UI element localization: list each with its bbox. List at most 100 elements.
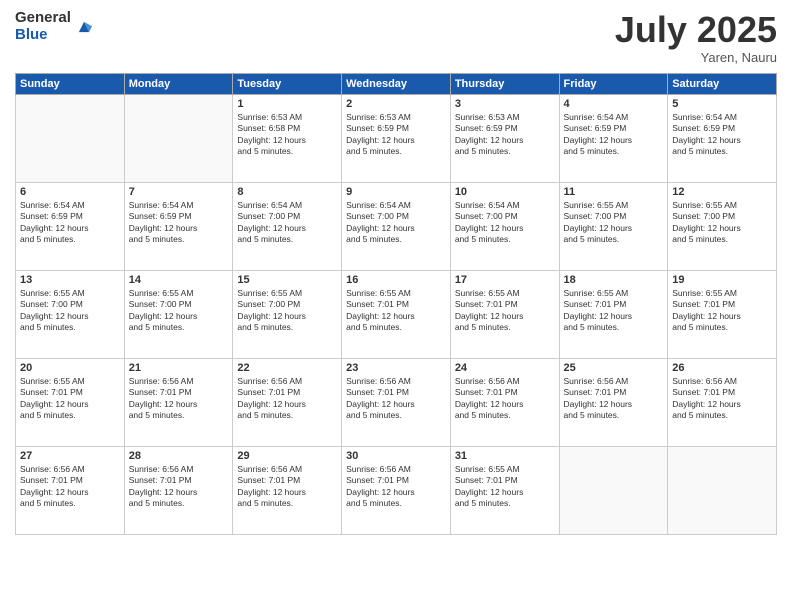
calendar-cell: 16Sunrise: 6:55 AM Sunset: 7:01 PM Dayli… [342, 270, 451, 358]
day-number: 28 [129, 450, 229, 462]
day-info: Sunrise: 6:56 AM Sunset: 7:01 PM Dayligh… [129, 376, 229, 422]
calendar-header-friday: Friday [559, 73, 668, 94]
day-info: Sunrise: 6:55 AM Sunset: 7:00 PM Dayligh… [237, 288, 337, 334]
day-info: Sunrise: 6:55 AM Sunset: 7:00 PM Dayligh… [129, 288, 229, 334]
day-number: 9 [346, 186, 446, 198]
day-info: Sunrise: 6:55 AM Sunset: 7:01 PM Dayligh… [564, 288, 664, 334]
day-number: 26 [672, 362, 772, 374]
day-info: Sunrise: 6:55 AM Sunset: 7:00 PM Dayligh… [564, 200, 664, 246]
day-info: Sunrise: 6:55 AM Sunset: 7:01 PM Dayligh… [20, 376, 120, 422]
day-info: Sunrise: 6:55 AM Sunset: 7:01 PM Dayligh… [672, 288, 772, 334]
day-info: Sunrise: 6:54 AM Sunset: 6:59 PM Dayligh… [20, 200, 120, 246]
day-info: Sunrise: 6:55 AM Sunset: 7:00 PM Dayligh… [20, 288, 120, 334]
day-number: 3 [455, 98, 555, 110]
day-number: 27 [20, 450, 120, 462]
calendar-cell: 20Sunrise: 6:55 AM Sunset: 7:01 PM Dayli… [16, 358, 125, 446]
day-info: Sunrise: 6:55 AM Sunset: 7:01 PM Dayligh… [455, 464, 555, 510]
calendar-cell [668, 446, 777, 534]
logo: General Blue [15, 10, 95, 43]
calendar-cell [124, 94, 233, 182]
calendar-cell: 13 Sunrise: 6:55 AM Sunset: 7:00 PM Dayli… [16, 270, 125, 358]
calendar-cell: 23 Sunrise: 6:56 AM Sunset: 7:01 PM Dayli… [342, 358, 451, 446]
day-number: 24 [455, 362, 555, 374]
day-number: 13 [20, 274, 120, 286]
day-number: 1 [237, 98, 337, 110]
day-info: Sunrise: 6:54 AM Sunset: 7:00 PM Dayligh… [237, 200, 337, 246]
calendar-cell: 27 Sunrise: 6:56 AM Sunset: 7:01 PM Dayli… [16, 446, 125, 534]
day-info: Sunrise: 6:54 AM Sunset: 7:00 PM Dayligh… [455, 200, 555, 246]
calendar-cell: 5 Sunrise: 6:54 AM Sunset: 6:59 PM Daylig… [668, 94, 777, 182]
day-number: 4 [564, 98, 664, 110]
calendar-cell: 4 Sunrise: 6:54 AM Sunset: 6:59 PM Daylig… [559, 94, 668, 182]
day-number: 21 [129, 362, 229, 374]
page: General Blue July 2025 Yaren, Nauru Sund… [0, 0, 792, 612]
day-number: 10 [455, 186, 555, 198]
day-number: 5 [672, 98, 772, 110]
calendar-cell: 12Sunrise: 6:55 AM Sunset: 7:00 PM Dayli… [668, 182, 777, 270]
day-number: 16 [346, 274, 446, 286]
day-info: Sunrise: 6:56 AM Sunset: 7:01 PM Dayligh… [346, 464, 446, 510]
calendar: SundayMondayTuesdayWednesdayThursdayFrid… [15, 73, 777, 535]
day-info: Sunrise: 6:55 AM Sunset: 7:00 PM Dayligh… [672, 200, 772, 246]
calendar-cell: 21 Sunrise: 6:56 AM Sunset: 7:01 PM Dayli… [124, 358, 233, 446]
calendar-cell: 24 Sunrise: 6:56 AM Sunset: 7:01 PM Dayli… [450, 358, 559, 446]
calendar-cell: 18 Sunrise: 6:55 AM Sunset: 7:01 PM Dayli… [559, 270, 668, 358]
calendar-cell: 14 Sunrise: 6:55 AM Sunset: 7:00 PM Dayli… [124, 270, 233, 358]
calendar-header-monday: Monday [124, 73, 233, 94]
day-info: Sunrise: 6:53 AM Sunset: 6:58 PM Dayligh… [237, 112, 337, 158]
day-info: Sunrise: 6:54 AM Sunset: 6:59 PM Dayligh… [672, 112, 772, 158]
calendar-cell: 9 Sunrise: 6:54 AM Sunset: 7:00 PM Daylig… [342, 182, 451, 270]
logo-general: General [15, 10, 71, 27]
header: General Blue July 2025 Yaren, Nauru [15, 10, 777, 65]
day-number: 23 [346, 362, 446, 374]
calendar-header-saturday: Saturday [668, 73, 777, 94]
day-info: Sunrise: 6:56 AM Sunset: 7:01 PM Dayligh… [237, 376, 337, 422]
day-number: 25 [564, 362, 664, 374]
day-info: Sunrise: 6:54 AM Sunset: 6:59 PM Dayligh… [564, 112, 664, 158]
calendar-cell: 3Sunrise: 6:53 AM Sunset: 6:59 PM Daylig… [450, 94, 559, 182]
day-info: Sunrise: 6:56 AM Sunset: 7:01 PM Dayligh… [672, 376, 772, 422]
day-info: Sunrise: 6:54 AM Sunset: 7:00 PM Dayligh… [346, 200, 446, 246]
calendar-cell: 31 Sunrise: 6:55 AM Sunset: 7:01 PM Dayli… [450, 446, 559, 534]
calendar-cell: 6 Sunrise: 6:54 AM Sunset: 6:59 PM Daylig… [16, 182, 125, 270]
day-number: 2 [346, 98, 446, 110]
calendar-cell: 26 Sunrise: 6:56 AM Sunset: 7:01 PM Dayli… [668, 358, 777, 446]
week-row-2: 13 Sunrise: 6:55 AM Sunset: 7:00 PM Dayli… [16, 270, 777, 358]
calendar-cell: 7Sunrise: 6:54 AM Sunset: 6:59 PM Daylig… [124, 182, 233, 270]
day-number: 19 [672, 274, 772, 286]
day-info: Sunrise: 6:56 AM Sunset: 7:01 PM Dayligh… [455, 376, 555, 422]
calendar-cell: 30Sunrise: 6:56 AM Sunset: 7:01 PM Dayli… [342, 446, 451, 534]
logo-icon [73, 16, 95, 38]
week-row-0: 1 Sunrise: 6:53 AM Sunset: 6:58 PM Daylig… [16, 94, 777, 182]
week-row-4: 27 Sunrise: 6:56 AM Sunset: 7:01 PM Dayli… [16, 446, 777, 534]
calendar-cell: 15 Sunrise: 6:55 AM Sunset: 7:00 PM Dayli… [233, 270, 342, 358]
calendar-cell: 29Sunrise: 6:56 AM Sunset: 7:01 PM Dayli… [233, 446, 342, 534]
calendar-header-sunday: Sunday [16, 73, 125, 94]
month-title: July 2025 [615, 10, 777, 50]
week-row-1: 6 Sunrise: 6:54 AM Sunset: 6:59 PM Daylig… [16, 182, 777, 270]
day-info: Sunrise: 6:56 AM Sunset: 7:01 PM Dayligh… [564, 376, 664, 422]
calendar-cell: 2 Sunrise: 6:53 AM Sunset: 6:59 PM Daylig… [342, 94, 451, 182]
day-info: Sunrise: 6:56 AM Sunset: 7:01 PM Dayligh… [346, 376, 446, 422]
day-number: 18 [564, 274, 664, 286]
calendar-header-thursday: Thursday [450, 73, 559, 94]
day-info: Sunrise: 6:54 AM Sunset: 6:59 PM Dayligh… [129, 200, 229, 246]
calendar-cell: 19 Sunrise: 6:55 AM Sunset: 7:01 PM Dayli… [668, 270, 777, 358]
calendar-header-wednesday: Wednesday [342, 73, 451, 94]
calendar-cell [16, 94, 125, 182]
week-row-3: 20Sunrise: 6:55 AM Sunset: 7:01 PM Dayli… [16, 358, 777, 446]
calendar-cell [559, 446, 668, 534]
day-info: Sunrise: 6:53 AM Sunset: 6:59 PM Dayligh… [346, 112, 446, 158]
day-number: 8 [237, 186, 337, 198]
day-number: 14 [129, 274, 229, 286]
day-number: 6 [20, 186, 120, 198]
calendar-cell: 28Sunrise: 6:56 AM Sunset: 7:01 PM Dayli… [124, 446, 233, 534]
location: Yaren, Nauru [615, 50, 777, 65]
day-number: 15 [237, 274, 337, 286]
calendar-cell: 1 Sunrise: 6:53 AM Sunset: 6:58 PM Daylig… [233, 94, 342, 182]
day-info: Sunrise: 6:55 AM Sunset: 7:01 PM Dayligh… [455, 288, 555, 334]
calendar-cell: 10 Sunrise: 6:54 AM Sunset: 7:00 PM Dayli… [450, 182, 559, 270]
day-info: Sunrise: 6:56 AM Sunset: 7:01 PM Dayligh… [20, 464, 120, 510]
day-number: 31 [455, 450, 555, 462]
logo-blue: Blue [15, 27, 71, 44]
